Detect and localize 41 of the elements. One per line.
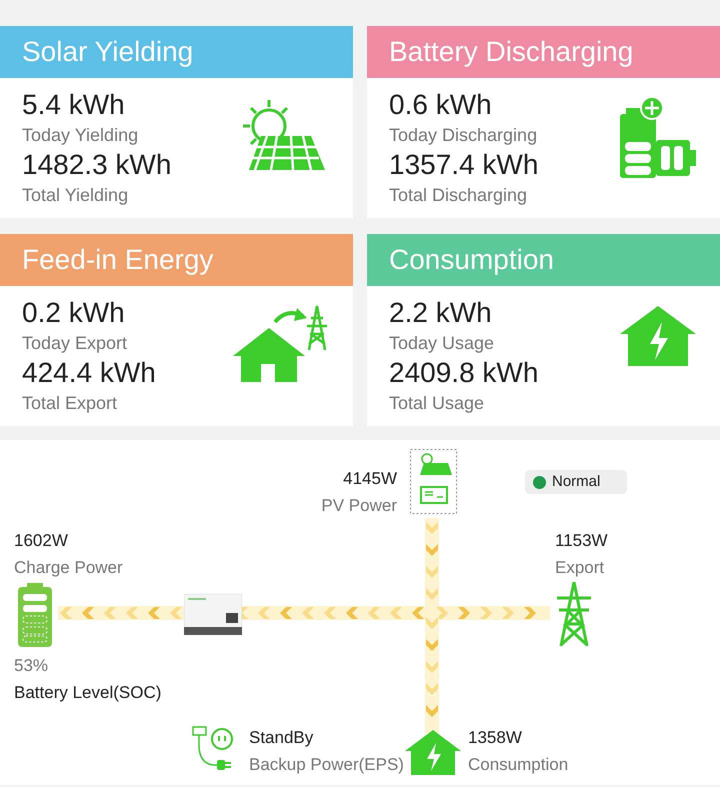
- today-label: Today Export: [22, 332, 128, 355]
- power-tower-icon: [555, 581, 593, 647]
- total-value: 424.4 kWh: [22, 356, 156, 390]
- export-label: Export: [555, 557, 604, 579]
- status-text: Normal: [552, 472, 600, 492]
- card-header: Solar Yielding: [0, 26, 353, 78]
- today-label: Today Usage: [389, 332, 496, 355]
- eps-label: Backup Power(EPS): [249, 754, 404, 776]
- card-header: Feed-in Energy: [0, 234, 353, 286]
- total-value: 2409.8 kWh: [389, 356, 538, 390]
- pv-power-label: PV Power: [321, 495, 397, 517]
- consumption-label: Consumption: [468, 754, 568, 776]
- pv-power-value: 4145W: [343, 468, 397, 490]
- inverter-icon: [184, 594, 242, 635]
- total-label: Total Export: [22, 392, 118, 415]
- eps-socket-icon: [192, 726, 234, 772]
- card-header: Battery Discharging: [367, 26, 720, 78]
- today-label: Today Discharging: [389, 124, 538, 147]
- charge-power-value: 1602W: [14, 530, 68, 552]
- battery-level-label: Battery Level(SOC): [14, 682, 162, 704]
- battery-percent: 53%: [14, 655, 48, 677]
- export-value: 1153W: [555, 530, 608, 552]
- card-header: Consumption: [367, 234, 720, 286]
- charge-power-label: Charge Power: [14, 557, 123, 579]
- today-value: 5.4 kWh: [22, 88, 126, 122]
- today-value: 0.2 kWh: [22, 296, 126, 330]
- pv-inverter-icon: [410, 449, 457, 514]
- total-label: Total Discharging: [389, 184, 528, 207]
- consumption-value: 1358W: [468, 727, 522, 749]
- today-value: 0.6 kWh: [389, 88, 493, 122]
- today-value: 2.2 kWh: [389, 296, 493, 330]
- house-bolt-icon: [618, 304, 698, 368]
- eps-status: StandBy: [249, 727, 314, 749]
- battery-icon: [618, 96, 698, 180]
- house-bolt-icon: [404, 729, 462, 775]
- total-label: Total Yielding: [22, 184, 130, 207]
- total-label: Total Usage: [389, 392, 486, 415]
- today-label: Today Yielding: [22, 124, 140, 147]
- battery-icon: [18, 583, 52, 647]
- total-value: 1357.4 kWh: [389, 148, 538, 182]
- total-value: 1482.3 kWh: [22, 148, 172, 182]
